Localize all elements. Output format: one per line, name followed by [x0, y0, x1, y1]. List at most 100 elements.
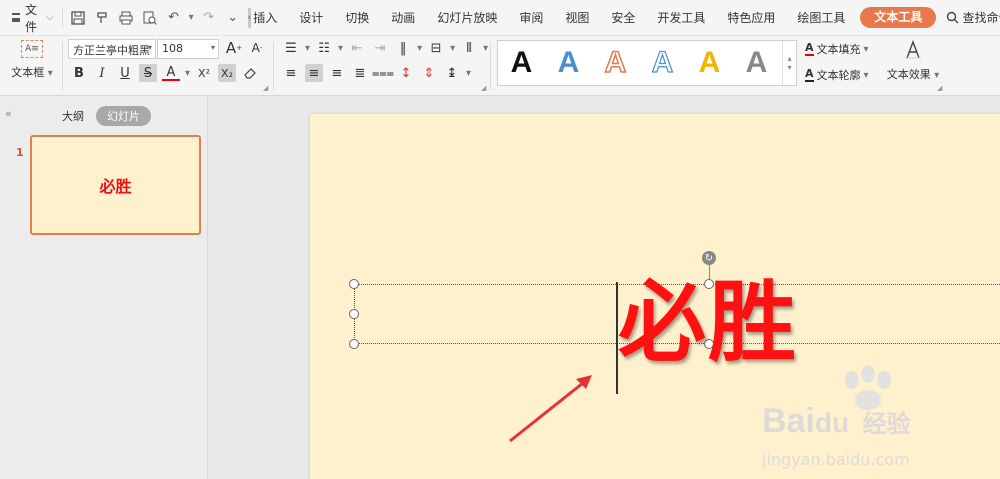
undo-icon[interactable]: ↶ [165, 9, 183, 27]
grow-font-icon[interactable]: A + [225, 39, 243, 57]
numbered-list-icon[interactable]: ☷ [315, 39, 333, 57]
text-style-blue[interactable]: A [545, 41, 592, 85]
eraser-icon[interactable] [241, 64, 259, 82]
tab-view[interactable]: 视图 [554, 0, 600, 36]
chevron-down-icon: ▾ [47, 68, 53, 79]
justify-icon[interactable]: ≣ [351, 64, 369, 82]
tab-animation[interactable]: 动画 [380, 0, 426, 36]
font-dialog-launcher-icon[interactable]: ◢ [263, 84, 268, 92]
columns-icon[interactable]: ⫴ [460, 39, 478, 57]
text-direction-icon[interactable]: ‖ [394, 39, 412, 57]
separator [273, 42, 274, 90]
tab-text-tools[interactable]: 文本工具 [860, 7, 937, 28]
text-style-gold[interactable]: A [686, 41, 733, 85]
tab-transition[interactable]: 切换 [334, 0, 380, 36]
format-painter-icon[interactable] [93, 9, 111, 27]
tab-slides[interactable]: 幻灯片 [96, 106, 151, 126]
text-effect-button[interactable]: 文本效果 ▾ [884, 40, 942, 82]
print-icon[interactable] [117, 9, 135, 27]
italic-button[interactable]: I [93, 64, 111, 82]
font-size-select[interactable]: 108 ▾ [157, 39, 219, 59]
separator [62, 42, 63, 90]
undo-dropdown-icon[interactable]: ▾ [189, 12, 194, 23]
text-style-black[interactable]: A [498, 41, 545, 85]
chevron-down-icon: ⌵ [46, 12, 54, 23]
align-right-icon[interactable]: ≡ [328, 64, 346, 82]
chevron-down-icon[interactable]: ▾ [450, 43, 455, 54]
gallery-more-icon[interactable]: ▴ ▾ [782, 41, 796, 85]
slide[interactable]: ↻ 必胜 Baidu 经验 jingyan.baidu.com [310, 114, 1000, 479]
tab-security[interactable]: 安全 [600, 0, 646, 36]
tab-drawing-tools[interactable]: 绘图工具 [786, 0, 856, 36]
tab-outline[interactable]: 大纲 [62, 108, 84, 124]
font-color-button[interactable]: A [162, 65, 180, 81]
file-menu-label: 文件 [25, 2, 38, 34]
font-color-dropdown-icon[interactable]: ▾ [185, 68, 190, 79]
watermark-brand: Bai [762, 402, 815, 440]
slide-main-text[interactable]: 必胜 [618, 279, 798, 367]
underline-button[interactable]: U [116, 64, 134, 82]
align-text-icon[interactable]: ⊟ [427, 39, 445, 57]
redo-icon[interactable]: ↷ [200, 9, 218, 27]
chevron-down-icon[interactable]: ▾ [305, 43, 310, 54]
strikethrough-button[interactable]: S [139, 64, 157, 82]
chevron-down-icon[interactable]: ▾ [338, 43, 343, 54]
file-menu[interactable]: 文件 ⌵ [0, 3, 62, 34]
rotate-handle-icon[interactable]: ↻ [702, 251, 716, 265]
resize-handle-bottom-left[interactable] [349, 339, 359, 349]
tab-features[interactable]: 特色应用 [716, 0, 786, 36]
text-fill-outline-group: A 文本填充 ▾ A 文本轮廓 ▾ [805, 41, 887, 93]
paragraph-spacing-icon[interactable]: ⇕ [420, 64, 438, 82]
superscript-button[interactable]: X² [195, 64, 213, 82]
customize-toolbar-icon[interactable]: ⌄ [224, 9, 242, 27]
text-style-orange-outline[interactable]: A [592, 41, 639, 85]
text-style-blue-outline[interactable]: A [639, 41, 686, 85]
resize-handle-top-left[interactable] [349, 279, 359, 289]
font-style-buttons: B I U S A ▾ X² X₂ [70, 64, 259, 82]
text-fill-icon: A [805, 41, 814, 56]
list-buttons: ☰ ▾ ☷ ▾ ⇤ ⇥ ‖ ▾ ⊟ ▾ ⫴ ▾ [282, 39, 488, 57]
resize-handle-middle-left[interactable] [349, 309, 359, 319]
text-fill-label: 文本填充 [816, 43, 861, 56]
text-dialog-launcher-icon[interactable]: ◢ [937, 84, 942, 92]
dropdown-arrow-icon: ▾ [147, 43, 152, 52]
slide-canvas: ↻ 必胜 Baidu 经验 jingyan.baidu.com [209, 97, 1000, 479]
thumbnail-text: 必胜 [99, 177, 132, 196]
text-style-gray[interactable]: A [733, 41, 780, 85]
chevron-down-icon: ▾ [863, 69, 869, 81]
text-fill-button[interactable]: A 文本填充 ▾ [805, 41, 887, 57]
tab-insert[interactable]: 插入 [251, 0, 288, 36]
paragraph-dialog-launcher-icon[interactable]: ◢ [481, 84, 486, 92]
tab-developer[interactable]: 开发工具 [646, 0, 716, 36]
save-icon[interactable] [69, 9, 87, 27]
chevron-down-icon[interactable]: ▾ [466, 68, 471, 79]
chevron-down-icon[interactable]: ▾ [417, 43, 422, 54]
decrease-indent-icon[interactable]: ⇤ [348, 39, 366, 57]
align-left-icon[interactable]: ≡ [282, 64, 300, 82]
tab-design[interactable]: 设计 [288, 0, 334, 36]
chevron-down-icon: ▾ [934, 70, 940, 81]
distribute-icon[interactable]: ⩶ [372, 64, 394, 82]
bold-button[interactable]: B [70, 64, 88, 82]
slide-thumbnail[interactable]: 必胜 [30, 135, 201, 235]
menu-bar: 文件 ⌵ ↶ ▾ ↷ ⌄ ‹ 插入 设计 切换 动画 幻灯片放映 审阅 视图 安… [0, 0, 1000, 36]
text-outline-button[interactable]: A 文本轮廓 ▾ [805, 67, 887, 83]
font-name-select[interactable]: 方正兰亭中粗黑 ▾ [68, 39, 156, 59]
bullet-list-icon[interactable]: ☰ [282, 39, 300, 57]
hamburger-icon [12, 13, 20, 22]
chevron-down-icon[interactable]: ▾ [483, 43, 488, 54]
align-center-icon[interactable]: ≡ [305, 64, 323, 82]
spacing-options-icon[interactable]: ↨ [443, 64, 461, 82]
print-preview-icon[interactable] [141, 9, 159, 27]
increase-indent-icon[interactable]: ⇥ [371, 39, 389, 57]
tab-slideshow[interactable]: 幻灯片放映 [426, 0, 508, 36]
search-command[interactable]: 查找命令 [940, 9, 1000, 26]
shrink-font-icon[interactable]: A- [248, 39, 266, 57]
textbox-button[interactable]: A≡ 文本框 ▾ [8, 40, 56, 90]
text-outline-label: 文本轮廓 [816, 69, 861, 82]
collapse-panel-icon[interactable]: « [5, 107, 12, 120]
line-spacing-icon[interactable]: ↕ [397, 64, 415, 82]
tab-review[interactable]: 审阅 [508, 0, 554, 36]
chevron-down-icon: ▾ [863, 43, 869, 55]
subscript-button[interactable]: X₂ [218, 64, 237, 82]
